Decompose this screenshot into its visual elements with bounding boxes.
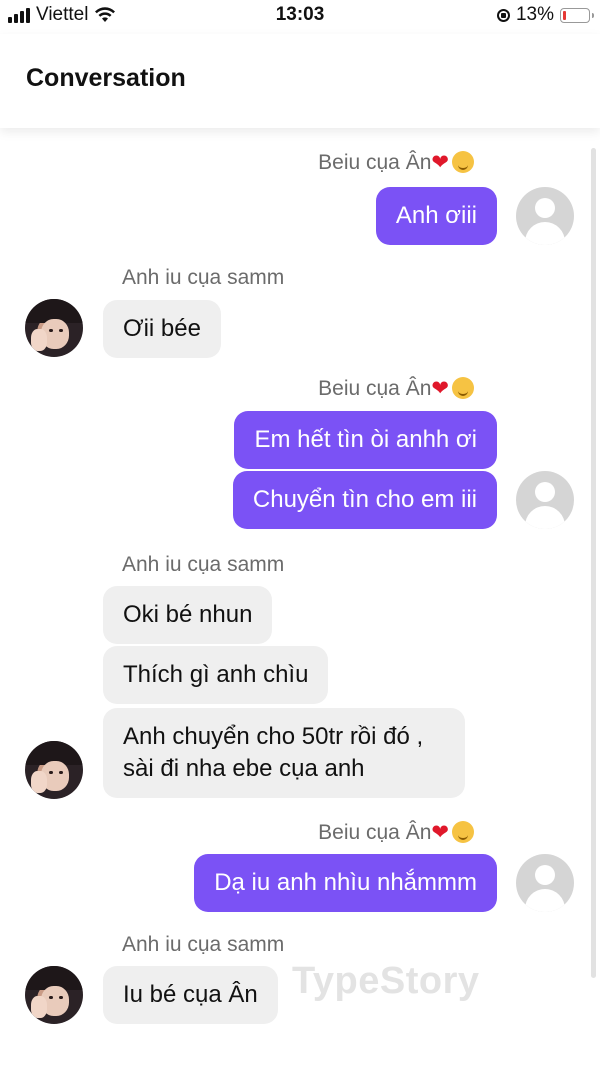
- message-bubble-outgoing[interactable]: Em hết tìn òi anhh ơi: [234, 411, 497, 469]
- message-bubble-incoming[interactable]: Thích gì anh chìu: [103, 646, 329, 704]
- sender-name-incoming: Anh iu cụa samm: [122, 553, 285, 576]
- sender-name-incoming: Anh iu cụa samm: [122, 933, 285, 956]
- message-bubble-incoming[interactable]: Anh chuyển cho 50tr rồi đó , sài đi nha …: [103, 708, 465, 798]
- message-list[interactable]: Beiu cụa Ân❤ Anh ơiii Anh iu cụa samm Ơi…: [0, 128, 600, 1067]
- watermark: TypeStory: [292, 960, 480, 1002]
- sender-name-text: Beiu cụa Ân: [318, 151, 432, 174]
- status-right: 13%: [496, 4, 594, 26]
- heart-icon: ❤: [431, 151, 449, 174]
- heart-icon: ❤: [431, 821, 449, 844]
- message-bubble-incoming[interactable]: Oki bé nhun: [103, 586, 273, 644]
- status-bar: Viettel 13:03 13%: [0, 0, 600, 34]
- avatar[interactable]: [25, 966, 83, 1024]
- sender-name-outgoing: Beiu cụa Ân❤: [318, 150, 474, 175]
- sender-name-text: Beiu cụa Ân: [318, 821, 432, 844]
- message-bubble-outgoing[interactable]: Dạ iu anh nhìu nhắmmm: [194, 854, 497, 912]
- emoji-icon: [452, 151, 474, 173]
- scrollbar[interactable]: [591, 148, 596, 978]
- message-bubble-outgoing[interactable]: Anh ơiii: [375, 187, 497, 245]
- battery-fill: [563, 10, 566, 20]
- sender-name-text: Beiu cụa Ân: [318, 377, 432, 400]
- page-title: Conversation: [26, 64, 186, 92]
- message-bubble-incoming[interactable]: Ơii bée: [103, 300, 221, 358]
- rotation-lock-icon: [496, 8, 510, 22]
- message-bubble-incoming[interactable]: Iu bé cụa Ân: [103, 966, 278, 1024]
- avatar[interactable]: [25, 299, 83, 357]
- emoji-icon: [452, 821, 474, 843]
- avatar[interactable]: [25, 741, 83, 799]
- avatar-default[interactable]: [516, 471, 574, 529]
- avatar-default[interactable]: [516, 187, 574, 245]
- sender-name-incoming: Anh iu cụa samm: [122, 266, 285, 289]
- sender-name-outgoing: Beiu cụa Ân❤: [318, 820, 474, 845]
- message-bubble-outgoing[interactable]: Chuyển tìn cho em iii: [232, 471, 497, 529]
- heart-icon: ❤: [431, 377, 449, 400]
- sender-name-outgoing: Beiu cụa Ân❤: [318, 376, 474, 401]
- battery-icon: [560, 7, 594, 23]
- conversation-header: Conversation: [0, 34, 600, 128]
- battery-percent: 13%: [515, 4, 554, 25]
- emoji-icon: [452, 377, 474, 399]
- avatar-default[interactable]: [516, 854, 574, 912]
